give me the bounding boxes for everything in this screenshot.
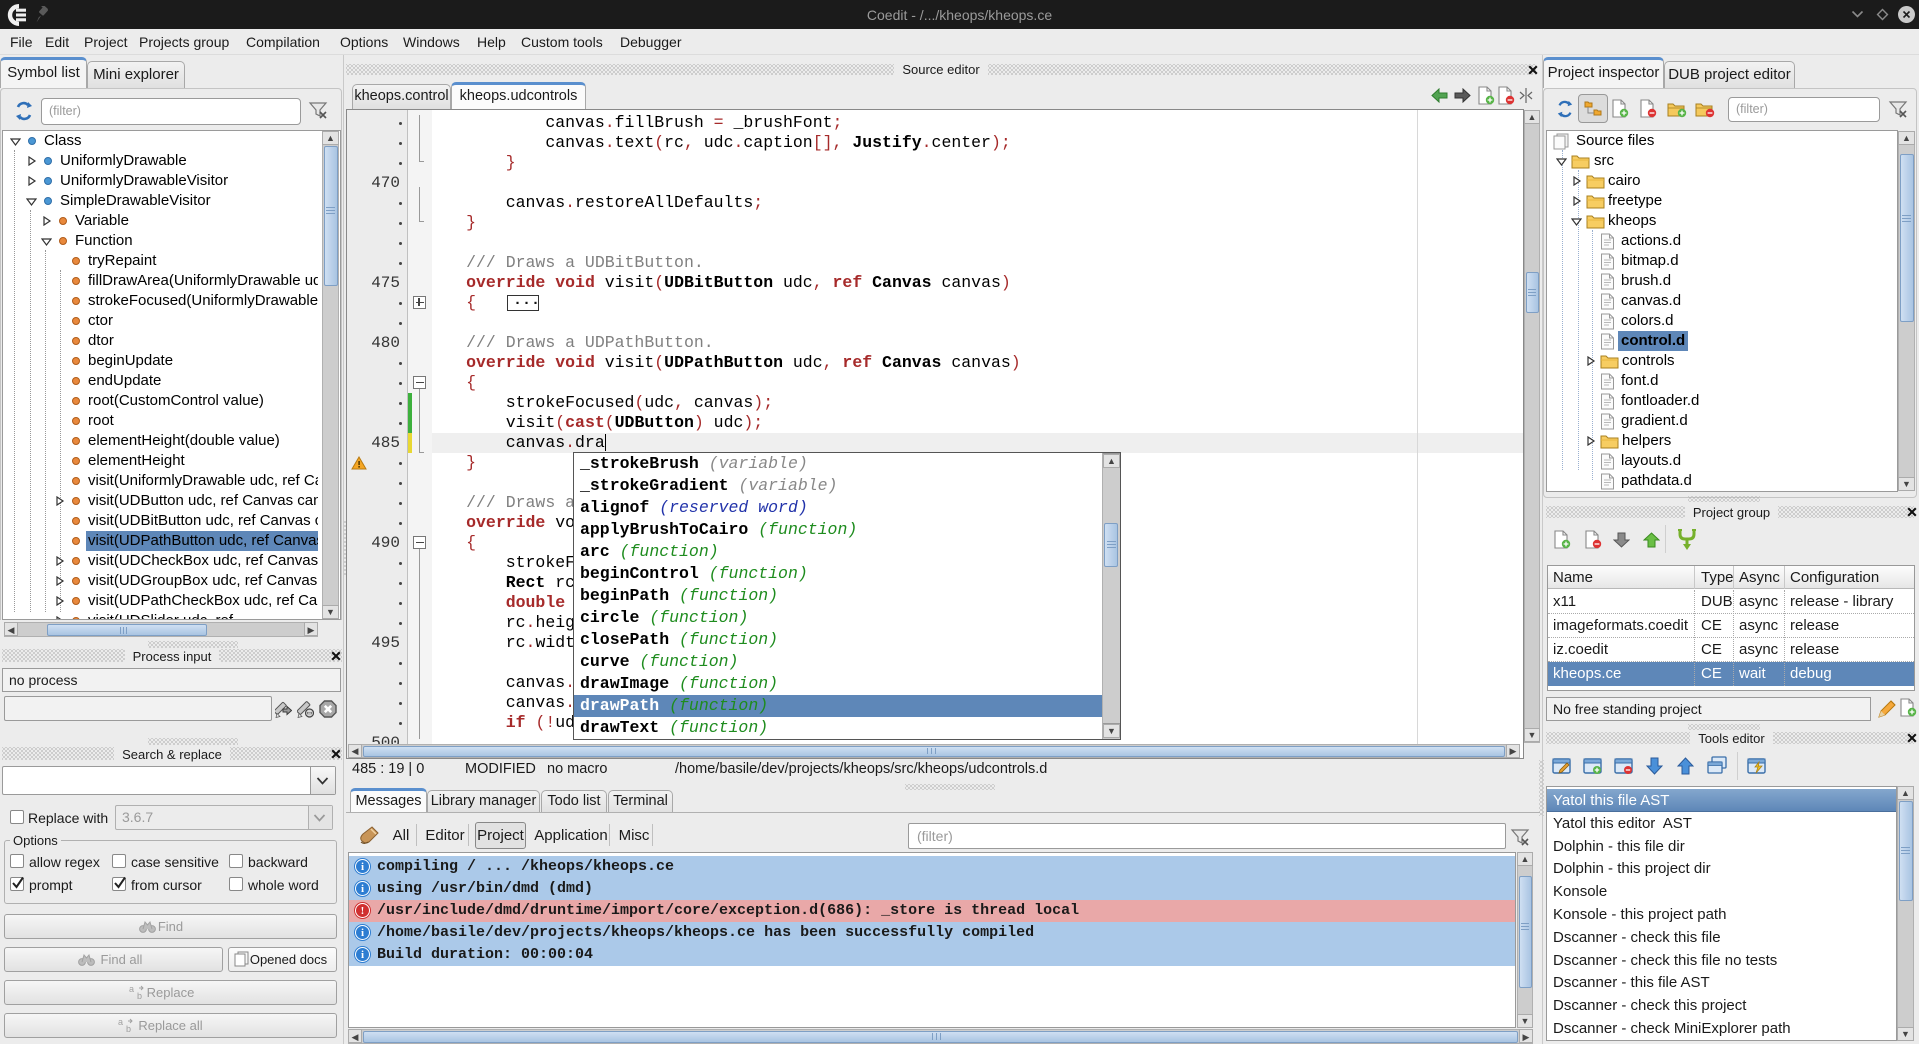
svg-text:b: b — [137, 991, 142, 1000]
svg-text:a: a — [118, 1017, 123, 1027]
svg-text:b: b — [126, 1024, 131, 1033]
svg-text:a: a — [129, 984, 134, 994]
